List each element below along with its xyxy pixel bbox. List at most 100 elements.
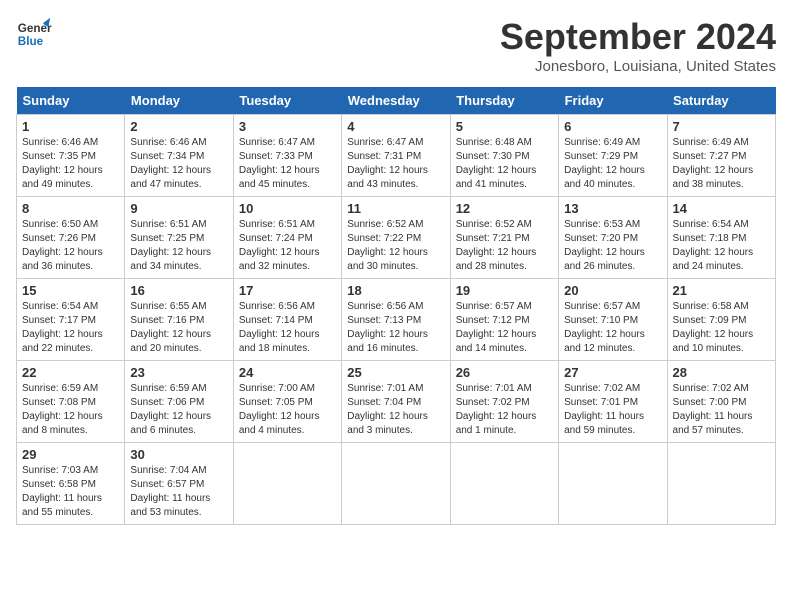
day-number: 7 — [673, 119, 770, 134]
calendar-day-cell — [233, 443, 341, 525]
calendar-day-cell: 4 Sunrise: 6:47 AM Sunset: 7:31 PM Dayli… — [342, 115, 450, 197]
location-title: Jonesboro, Louisiana, United States — [500, 58, 776, 75]
day-number: 4 — [347, 119, 444, 134]
calendar-day-cell: 30 Sunrise: 7:04 AM Sunset: 6:57 PM Dayl… — [125, 443, 233, 525]
day-info: Sunrise: 6:46 AM Sunset: 7:35 PM Dayligh… — [22, 136, 119, 192]
day-number: 24 — [239, 365, 336, 380]
calendar-day-cell: 1 Sunrise: 6:46 AM Sunset: 7:35 PM Dayli… — [17, 115, 125, 197]
calendar-day-cell — [342, 443, 450, 525]
day-info: Sunrise: 6:59 AM Sunset: 7:08 PM Dayligh… — [22, 382, 119, 438]
calendar-day-cell: 16 Sunrise: 6:55 AM Sunset: 7:16 PM Dayl… — [125, 279, 233, 361]
page-header: General Blue September 2024 Jonesboro, L… — [16, 16, 776, 75]
day-info: Sunrise: 6:58 AM Sunset: 7:09 PM Dayligh… — [673, 300, 770, 356]
logo: General Blue — [16, 16, 52, 52]
day-number: 17 — [239, 283, 336, 298]
calendar-day-cell: 12 Sunrise: 6:52 AM Sunset: 7:21 PM Dayl… — [450, 197, 558, 279]
calendar-day-cell: 8 Sunrise: 6:50 AM Sunset: 7:26 PM Dayli… — [17, 197, 125, 279]
column-header-friday: Friday — [559, 87, 667, 115]
calendar-day-cell: 25 Sunrise: 7:01 AM Sunset: 7:04 PM Dayl… — [342, 361, 450, 443]
day-info: Sunrise: 6:57 AM Sunset: 7:12 PM Dayligh… — [456, 300, 553, 356]
calendar-day-cell: 19 Sunrise: 6:57 AM Sunset: 7:12 PM Dayl… — [450, 279, 558, 361]
day-number: 9 — [130, 201, 227, 216]
calendar-day-cell: 15 Sunrise: 6:54 AM Sunset: 7:17 PM Dayl… — [17, 279, 125, 361]
day-number: 30 — [130, 447, 227, 462]
calendar-day-cell: 6 Sunrise: 6:49 AM Sunset: 7:29 PM Dayli… — [559, 115, 667, 197]
day-info: Sunrise: 7:00 AM Sunset: 7:05 PM Dayligh… — [239, 382, 336, 438]
calendar-day-cell: 3 Sunrise: 6:47 AM Sunset: 7:33 PM Dayli… — [233, 115, 341, 197]
day-number: 5 — [456, 119, 553, 134]
calendar-day-cell: 5 Sunrise: 6:48 AM Sunset: 7:30 PM Dayli… — [450, 115, 558, 197]
calendar-table: SundayMondayTuesdayWednesdayThursdayFrid… — [16, 87, 776, 525]
day-number: 3 — [239, 119, 336, 134]
day-info: Sunrise: 6:49 AM Sunset: 7:29 PM Dayligh… — [564, 136, 661, 192]
calendar-day-cell: 2 Sunrise: 6:46 AM Sunset: 7:34 PM Dayli… — [125, 115, 233, 197]
calendar-day-cell: 29 Sunrise: 7:03 AM Sunset: 6:58 PM Dayl… — [17, 443, 125, 525]
calendar-day-cell: 14 Sunrise: 6:54 AM Sunset: 7:18 PM Dayl… — [667, 197, 775, 279]
day-info: Sunrise: 7:02 AM Sunset: 7:00 PM Dayligh… — [673, 382, 770, 438]
calendar-day-cell: 10 Sunrise: 6:51 AM Sunset: 7:24 PM Dayl… — [233, 197, 341, 279]
column-header-tuesday: Tuesday — [233, 87, 341, 115]
calendar-day-cell: 9 Sunrise: 6:51 AM Sunset: 7:25 PM Dayli… — [125, 197, 233, 279]
day-number: 29 — [22, 447, 119, 462]
day-info: Sunrise: 6:50 AM Sunset: 7:26 PM Dayligh… — [22, 218, 119, 274]
calendar-week-row: 1 Sunrise: 6:46 AM Sunset: 7:35 PM Dayli… — [17, 115, 776, 197]
day-number: 11 — [347, 201, 444, 216]
calendar-day-cell: 21 Sunrise: 6:58 AM Sunset: 7:09 PM Dayl… — [667, 279, 775, 361]
calendar-day-cell: 20 Sunrise: 6:57 AM Sunset: 7:10 PM Dayl… — [559, 279, 667, 361]
calendar-week-row: 22 Sunrise: 6:59 AM Sunset: 7:08 PM Dayl… — [17, 361, 776, 443]
day-number: 6 — [564, 119, 661, 134]
calendar-day-cell — [450, 443, 558, 525]
calendar-day-cell: 17 Sunrise: 6:56 AM Sunset: 7:14 PM Dayl… — [233, 279, 341, 361]
calendar-day-cell: 13 Sunrise: 6:53 AM Sunset: 7:20 PM Dayl… — [559, 197, 667, 279]
day-info: Sunrise: 6:47 AM Sunset: 7:33 PM Dayligh… — [239, 136, 336, 192]
calendar-week-row: 15 Sunrise: 6:54 AM Sunset: 7:17 PM Dayl… — [17, 279, 776, 361]
day-number: 27 — [564, 365, 661, 380]
day-number: 16 — [130, 283, 227, 298]
day-info: Sunrise: 6:49 AM Sunset: 7:27 PM Dayligh… — [673, 136, 770, 192]
column-header-wednesday: Wednesday — [342, 87, 450, 115]
logo-icon: General Blue — [16, 16, 52, 52]
day-info: Sunrise: 7:02 AM Sunset: 7:01 PM Dayligh… — [564, 382, 661, 438]
calendar-day-cell: 28 Sunrise: 7:02 AM Sunset: 7:00 PM Dayl… — [667, 361, 775, 443]
day-number: 10 — [239, 201, 336, 216]
day-number: 25 — [347, 365, 444, 380]
day-number: 19 — [456, 283, 553, 298]
day-info: Sunrise: 6:52 AM Sunset: 7:22 PM Dayligh… — [347, 218, 444, 274]
day-number: 21 — [673, 283, 770, 298]
day-info: Sunrise: 7:03 AM Sunset: 6:58 PM Dayligh… — [22, 464, 119, 520]
day-number: 23 — [130, 365, 227, 380]
day-number: 20 — [564, 283, 661, 298]
calendar-day-cell: 23 Sunrise: 6:59 AM Sunset: 7:06 PM Dayl… — [125, 361, 233, 443]
day-info: Sunrise: 6:52 AM Sunset: 7:21 PM Dayligh… — [456, 218, 553, 274]
calendar-day-cell: 11 Sunrise: 6:52 AM Sunset: 7:22 PM Dayl… — [342, 197, 450, 279]
calendar-day-cell: 22 Sunrise: 6:59 AM Sunset: 7:08 PM Dayl… — [17, 361, 125, 443]
calendar-week-row: 8 Sunrise: 6:50 AM Sunset: 7:26 PM Dayli… — [17, 197, 776, 279]
day-info: Sunrise: 6:46 AM Sunset: 7:34 PM Dayligh… — [130, 136, 227, 192]
day-number: 28 — [673, 365, 770, 380]
calendar-day-cell — [559, 443, 667, 525]
day-info: Sunrise: 6:47 AM Sunset: 7:31 PM Dayligh… — [347, 136, 444, 192]
calendar-day-cell — [667, 443, 775, 525]
calendar-day-cell: 26 Sunrise: 7:01 AM Sunset: 7:02 PM Dayl… — [450, 361, 558, 443]
month-title: September 2024 — [500, 16, 776, 58]
day-info: Sunrise: 6:48 AM Sunset: 7:30 PM Dayligh… — [456, 136, 553, 192]
day-info: Sunrise: 6:53 AM Sunset: 7:20 PM Dayligh… — [564, 218, 661, 274]
day-info: Sunrise: 6:54 AM Sunset: 7:18 PM Dayligh… — [673, 218, 770, 274]
day-number: 2 — [130, 119, 227, 134]
svg-text:Blue: Blue — [18, 35, 44, 48]
day-info: Sunrise: 7:01 AM Sunset: 7:04 PM Dayligh… — [347, 382, 444, 438]
day-info: Sunrise: 6:56 AM Sunset: 7:13 PM Dayligh… — [347, 300, 444, 356]
calendar-day-cell: 18 Sunrise: 6:56 AM Sunset: 7:13 PM Dayl… — [342, 279, 450, 361]
day-number: 15 — [22, 283, 119, 298]
day-info: Sunrise: 6:51 AM Sunset: 7:25 PM Dayligh… — [130, 218, 227, 274]
day-info: Sunrise: 7:01 AM Sunset: 7:02 PM Dayligh… — [456, 382, 553, 438]
calendar-day-cell: 24 Sunrise: 7:00 AM Sunset: 7:05 PM Dayl… — [233, 361, 341, 443]
calendar-day-cell: 7 Sunrise: 6:49 AM Sunset: 7:27 PM Dayli… — [667, 115, 775, 197]
column-header-saturday: Saturday — [667, 87, 775, 115]
day-info: Sunrise: 6:57 AM Sunset: 7:10 PM Dayligh… — [564, 300, 661, 356]
column-header-sunday: Sunday — [17, 87, 125, 115]
day-number: 13 — [564, 201, 661, 216]
column-header-monday: Monday — [125, 87, 233, 115]
day-number: 12 — [456, 201, 553, 216]
day-info: Sunrise: 6:55 AM Sunset: 7:16 PM Dayligh… — [130, 300, 227, 356]
